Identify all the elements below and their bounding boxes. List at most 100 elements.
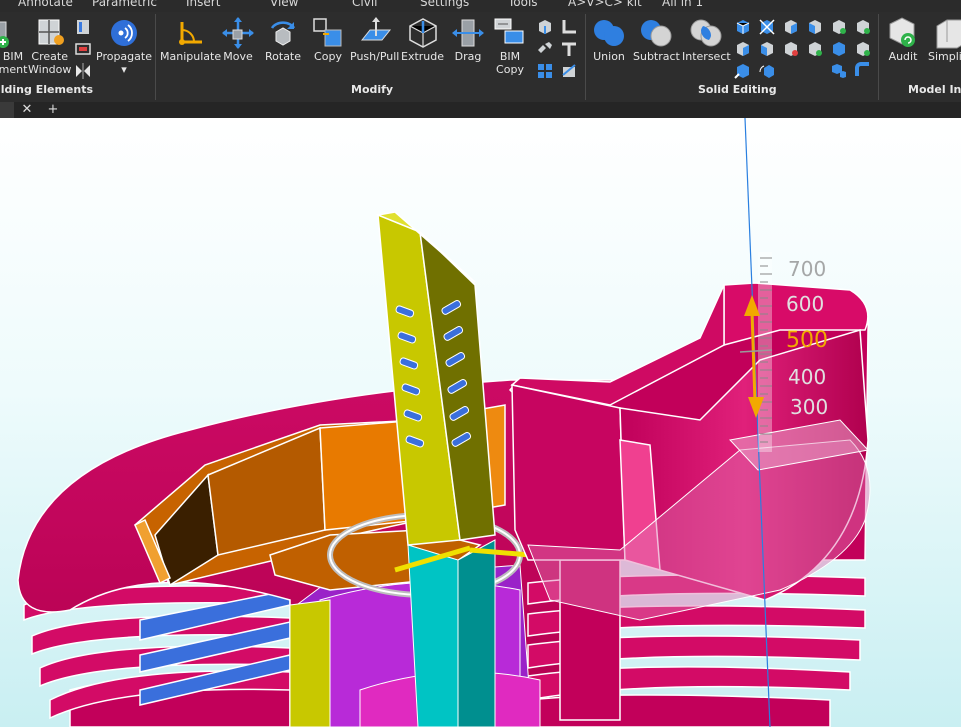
copy-button[interactable]: Copy [311,16,345,63]
move-button[interactable]: Move [221,16,255,63]
modify-small-tool-2[interactable] [536,40,554,58]
ruler-tick-600: 600 [786,292,824,316]
solid-small-tool-8[interactable] [782,40,800,58]
menu-annotate[interactable]: Annotate [18,0,73,9]
cube-taper-icon [785,20,797,34]
solid-small-tool-5[interactable] [758,40,776,58]
rotate-icon [270,21,296,46]
extrude-button[interactable]: Extrude [401,16,444,63]
create-window-button[interactable]: Create Window [28,16,71,76]
move-icon [222,17,254,49]
cube-face-icon [737,42,749,56]
menu-tools[interactable]: Tools [508,0,538,9]
union-icon [594,20,624,46]
push-pull-icon [360,17,391,41]
chevron-down-icon[interactable]: ▾ [121,63,127,76]
solid-small-tool-16[interactable] [854,62,872,80]
group-label-building-elements: ilding Elements [0,83,94,96]
subtract-button[interactable]: Subtract [633,16,680,63]
cube-check-green-icon [857,20,870,34]
audit-icon [889,17,915,47]
group-separator [585,14,586,100]
cube-fillet-icon [855,62,869,76]
solid-small-tool-13[interactable] [830,62,848,80]
column [407,539,496,727]
simplify-button[interactable]: Simplify [928,16,961,63]
solid-small-tool-14[interactable] [854,18,872,36]
union-button[interactable]: Union [592,16,626,63]
model-viewport[interactable]: 700 600 500 400 300 [0,118,961,727]
mirror-icon [76,63,90,79]
simplify-icon [936,19,961,49]
menu-insert[interactable]: Insert [186,0,220,9]
add-tab-button[interactable]: + [42,102,64,118]
bim-copy-icon [494,18,524,44]
intersect-button[interactable]: Intersect [682,16,731,63]
group-separator [155,14,156,100]
cube-rotate-icon [759,65,774,78]
manipulate-icon [178,22,202,45]
menu-avc-kit[interactable]: A>V>C> kit [568,0,642,9]
cube-check-icon [833,20,846,34]
ruler-tick-400: 400 [788,365,826,389]
modify-small-tool-1[interactable] [536,18,554,36]
menu-view[interactable]: View [270,0,298,9]
cube-separate-icon [832,64,846,78]
solid-small-tool-6[interactable] [758,62,776,80]
solid-small-tool-7[interactable] [782,18,800,36]
propagate-icon [110,20,137,46]
audit-button[interactable]: Audit [886,16,920,63]
solid-small-tool-2[interactable] [734,40,752,58]
solid-small-tool-3[interactable] [734,62,752,80]
solid-small-tool-12[interactable] [830,40,848,58]
cube-edit-icon [736,20,750,34]
solid-small-tool-15[interactable] [854,40,872,58]
solid-small-tool-1[interactable] [734,18,752,36]
cube-add-icon [857,42,870,56]
subtract-icon [641,20,672,47]
cube-offset-icon [761,42,773,56]
slab-icon [75,43,91,55]
push-pull-button[interactable]: Push/Pull [350,16,399,63]
box-icon [539,20,551,34]
solid-small-tool-4[interactable] [758,18,776,36]
modify-small-tool-3[interactable] [536,62,554,80]
corner-icon [562,20,576,34]
modify-small-tool-4[interactable] [560,18,578,36]
document-tab[interactable] [0,102,14,118]
group-label-solid-editing: Solid Editing [698,83,777,96]
menu-parametric[interactable]: Parametric [92,0,157,9]
rotate-button[interactable]: Rotate [265,16,301,63]
array-icon [538,64,552,78]
cube-lock-icon [833,42,845,56]
bim-small-tool-3[interactable] [74,62,92,80]
solid-small-tool-10[interactable] [806,40,824,58]
bim-small-tool-1[interactable] [74,18,92,36]
building-model[interactable]: 700 600 500 400 300 [0,118,961,727]
modify-small-tool-6[interactable] [560,62,578,80]
menu-all-in-1[interactable]: All in 1 [662,0,703,9]
intersect-icon [690,19,722,47]
modify-small-tool-5[interactable] [560,40,578,58]
cube-delete-icon [809,42,822,56]
bim-element-icon [0,21,9,48]
explode-icon [538,42,552,53]
tee-icon [562,42,576,56]
bim-element-button[interactable]: BIM ment [0,16,30,76]
close-icon[interactable]: ✕ [16,102,38,118]
cube-color-icon [785,42,798,56]
group-label-model-integrity: Model Int [908,83,961,96]
menu-settings[interactable]: Settings [420,0,469,9]
solid-small-tool-11[interactable] [830,18,848,36]
extrude-icon [408,18,437,48]
group-label-modify: Modify [351,83,394,96]
bim-small-tool-2[interactable] [74,40,92,58]
cut-icon [562,64,576,77]
menu-civil[interactable]: Civil [352,0,377,9]
propagate-button[interactable]: Propagate ▾ [96,16,152,76]
ribbon: BIM ment Create Window Propagate ▾ Manip… [0,12,961,102]
solid-small-tool-9[interactable] [806,18,824,36]
bim-copy-button[interactable]: BIM Copy [493,16,527,76]
drag-button[interactable]: Drag [451,16,485,63]
manipulate-button[interactable]: Manipulate [160,16,221,63]
